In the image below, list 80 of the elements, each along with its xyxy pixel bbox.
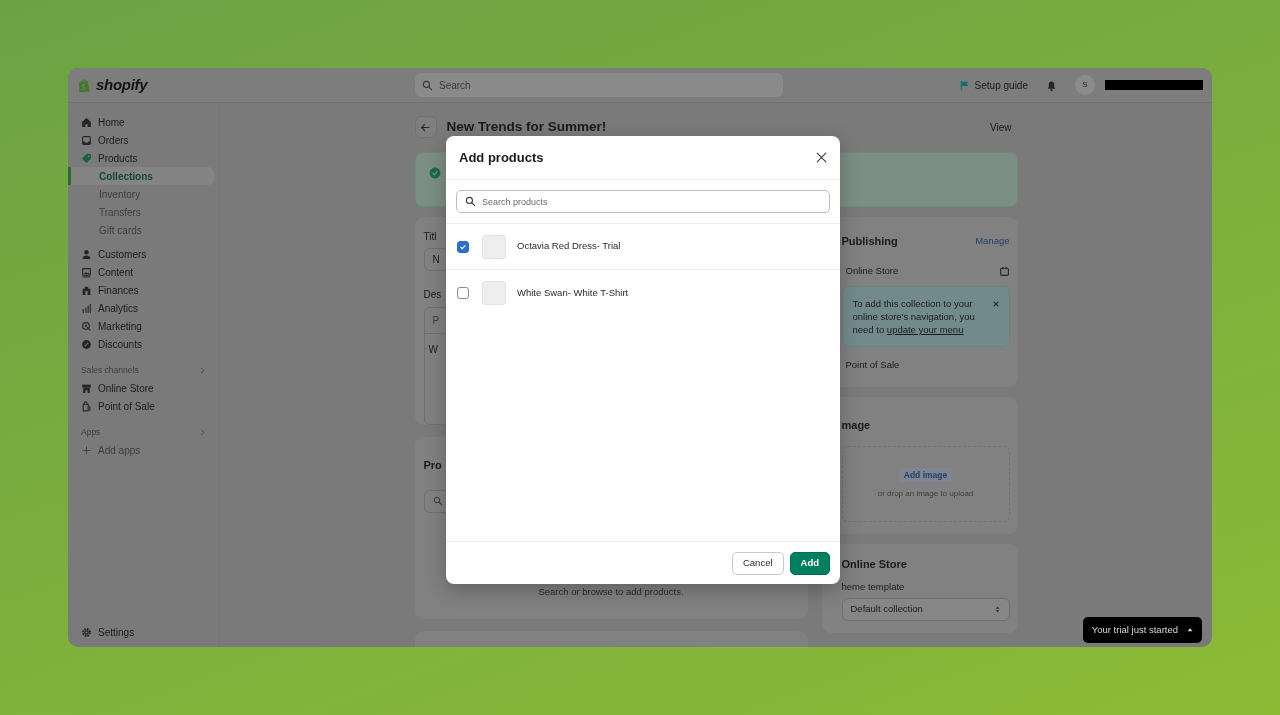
target-icon — [81, 320, 92, 332]
settings-item[interactable]: Settings — [68, 623, 214, 641]
plus-icon — [81, 444, 92, 456]
logo-wordmark: shopify — [96, 74, 148, 95]
sidebar-item[interactable]: Gift cards — [68, 221, 214, 239]
shopping-bag-logo-icon — [77, 76, 92, 94]
caret-up-icon — [1187, 626, 1193, 633]
channel-name: Point of Sale — [845, 358, 900, 373]
sort-arrows-icon — [993, 604, 1001, 614]
bell-icon[interactable] — [1046, 79, 1057, 92]
discount-icon — [81, 338, 92, 350]
flag-icon — [958, 79, 970, 91]
bar-chart-icon — [81, 302, 92, 314]
product-name: Octavia Red Dress- Trial — [517, 239, 621, 254]
tag-icon — [81, 152, 92, 164]
close-icon[interactable] — [991, 299, 1000, 308]
settings-icon — [81, 626, 92, 638]
search-field[interactable]: Search products — [456, 190, 830, 213]
sidebar-item[interactable]: Add apps — [68, 441, 214, 459]
sidebar-item[interactable]: Marketing — [68, 317, 214, 335]
person-icon — [81, 248, 92, 260]
sidebar-item[interactable]: Online Store — [68, 379, 214, 397]
manage-link[interactable]: Manage — [975, 234, 1010, 249]
search-field[interactable]: Search — [415, 73, 783, 97]
add-image-button[interactable]: Add image — [898, 467, 953, 483]
search-field[interactable]: Search — [439, 77, 776, 93]
shopping-bag-icon — [81, 400, 92, 412]
close-icon — [815, 151, 828, 164]
inbox-icon — [81, 134, 92, 146]
dialog-title: Add products — [459, 148, 544, 167]
search-icon — [432, 496, 443, 506]
sidebar-item[interactable]: Products — [68, 149, 214, 167]
search-icon — [465, 196, 476, 207]
check-circle-icon — [428, 167, 441, 180]
search-icon — [422, 79, 433, 91]
empty-state-text: Search or browse to add products. — [537, 584, 685, 599]
home-icon — [81, 116, 92, 128]
arrow-left-icon — [420, 121, 431, 133]
back-button[interactable] — [414, 116, 437, 138]
sidebar-item[interactable]: Analytics — [68, 299, 214, 317]
sidebar-item[interactable]: Inventory — [68, 185, 214, 203]
card-title: Publishing — [841, 234, 898, 249]
picture-frame-icon — [81, 266, 92, 278]
theme-template-select[interactable]: Default collection — [841, 597, 1010, 621]
sidebar-item[interactable]: Collections — [68, 167, 214, 185]
update-menu-link[interactable]: update your menu — [886, 324, 964, 336]
photo-placeholder — [482, 234, 506, 259]
field-label: Titl — [423, 230, 437, 244]
page-title: New Trends for Summer! — [446, 117, 607, 136]
sidebar-item[interactable]: Finances — [68, 281, 214, 299]
sidebar-item[interactable]: Content — [68, 263, 214, 281]
checkmark-icon — [459, 242, 467, 251]
trial-banner[interactable]: Your trial just started — [1082, 616, 1202, 643]
avatar[interactable]: S — [1075, 75, 1095, 95]
channel-name: Online Store — [845, 264, 899, 279]
sidebar-item[interactable]: Orders — [68, 131, 214, 149]
view-link[interactable]: View — [984, 119, 1018, 135]
setup-guide-button[interactable]: Setup guide — [958, 77, 1028, 93]
photo-placeholder — [482, 281, 506, 305]
sidebar-item[interactable]: Home — [68, 113, 214, 131]
card-title: mage — [841, 418, 872, 434]
card-title: Online Store — [841, 556, 908, 572]
checkbox[interactable] — [457, 287, 469, 299]
product-name: White Swan- White T-Shirt — [517, 285, 629, 300]
sidebar-item[interactable]: Discounts — [68, 335, 214, 353]
checkbox[interactable] — [457, 240, 469, 253]
cancel-button[interactable]: Cancel — [731, 551, 784, 575]
sidebar-item[interactable]: Customers — [68, 245, 214, 263]
bank-icon — [81, 284, 92, 296]
add-button[interactable]: Add — [789, 551, 830, 575]
field-label: heme template — [841, 580, 906, 595]
field-label: Des — [423, 288, 442, 302]
notice-text: To add this collection to your online store's navigation, you need to update your menu — [852, 296, 976, 337]
sidebar-item[interactable]: Point of Sale — [68, 397, 214, 415]
search-field[interactable]: Search products — [482, 194, 821, 209]
calendar-icon[interactable] — [998, 266, 1010, 277]
card-title: Pro — [423, 458, 443, 473]
sidebar-item[interactable]: Transfers — [68, 203, 214, 221]
storefront-icon — [81, 382, 92, 394]
editor-text: W — [427, 343, 439, 357]
